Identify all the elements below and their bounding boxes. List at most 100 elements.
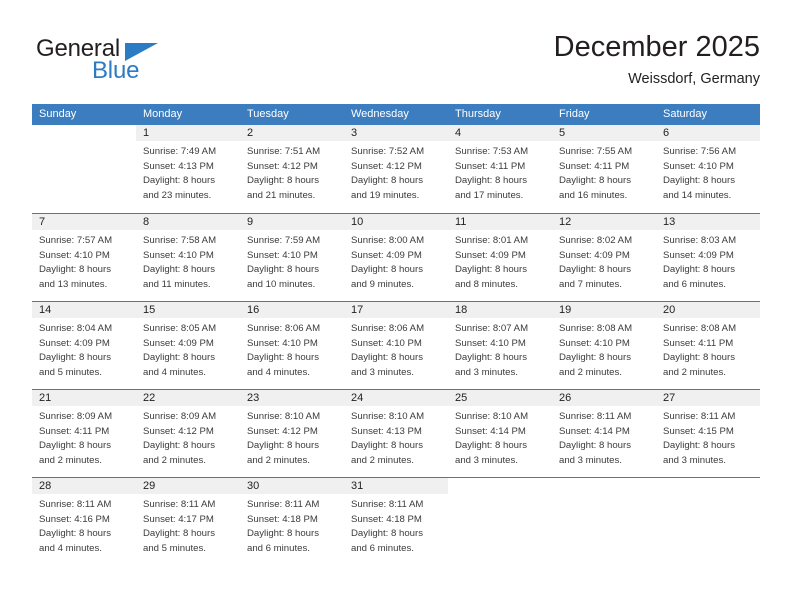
day-info-line: and 19 minutes. bbox=[351, 189, 420, 201]
day-number: 15 bbox=[143, 304, 156, 316]
calendar-day-cell[interactable]: 2 Sunrise: 7:51 AM Sunset: 4:12 PM Daylight… bbox=[240, 125, 344, 213]
day-info-line: Daylight: 8 hours bbox=[247, 264, 319, 276]
day-info-line: Daylight: 8 hours bbox=[39, 528, 111, 540]
calendar-day-cell[interactable]: 16 Sunrise: 8:06 AM Sunset: 4:10 PM Dayligh… bbox=[240, 302, 344, 389]
calendar-empty-cell bbox=[552, 478, 656, 565]
weekday-header-wednesday: Wednesday bbox=[351, 108, 409, 120]
day-info-line: Daylight: 8 hours bbox=[143, 528, 215, 540]
day-info-line: Daylight: 8 hours bbox=[247, 175, 319, 187]
logo-text-blue: Blue bbox=[92, 57, 140, 84]
day-number: 7 bbox=[39, 216, 46, 228]
day-info-line: Sunset: 4:18 PM bbox=[351, 513, 422, 525]
day-cell-body: Sunrise: 8:10 AM Sunset: 4:14 PM Daylight:… bbox=[448, 406, 552, 468]
calendar-day-cell[interactable]: 23 Sunrise: 8:10 AM Sunset: 4:12 PM Dayligh… bbox=[240, 390, 344, 477]
day-info-line: Daylight: 8 hours bbox=[351, 528, 423, 540]
calendar-day-cell[interactable]: 27 Sunrise: 8:11 AM Sunset: 4:15 PM Dayligh… bbox=[656, 390, 760, 477]
calendar-day-cell[interactable]: 3 Sunrise: 7:52 AM Sunset: 4:12 PM Daylight… bbox=[344, 125, 448, 213]
page-title: December 2025 bbox=[553, 31, 760, 63]
day-number-band: 29 bbox=[136, 478, 240, 494]
day-info-line: Sunrise: 8:10 AM bbox=[351, 411, 425, 422]
day-number-band: 4 bbox=[448, 125, 552, 141]
day-number-band: 18 bbox=[448, 302, 552, 318]
calendar-empty-cell bbox=[448, 478, 552, 565]
day-number: 8 bbox=[143, 216, 150, 228]
calendar-day-cell[interactable]: 5 Sunrise: 7:55 AM Sunset: 4:11 PM Daylight… bbox=[552, 125, 656, 213]
day-info-line: and 6 minutes. bbox=[663, 278, 726, 290]
day-info-line: Sunrise: 7:53 AM bbox=[455, 146, 529, 157]
day-cell-body: Sunrise: 8:06 AM Sunset: 4:10 PM Daylight:… bbox=[344, 318, 448, 380]
calendar-day-cell[interactable]: 13 Sunrise: 8:03 AM Sunset: 4:09 PM Dayligh… bbox=[656, 214, 760, 301]
calendar-day-cell[interactable]: 9 Sunrise: 7:59 AM Sunset: 4:10 PM Daylight… bbox=[240, 214, 344, 301]
day-cell-body: Sunrise: 7:56 AM Sunset: 4:10 PM Daylight:… bbox=[656, 141, 760, 203]
day-cell-body: Sunrise: 7:59 AM Sunset: 4:10 PM Daylight:… bbox=[240, 230, 344, 292]
day-cell-body: Sunrise: 7:51 AM Sunset: 4:12 PM Daylight:… bbox=[240, 141, 344, 203]
day-info-line: Daylight: 8 hours bbox=[455, 440, 527, 452]
day-number-band bbox=[32, 125, 136, 141]
day-cell-body: Sunrise: 8:02 AM Sunset: 4:09 PM Daylight:… bbox=[552, 230, 656, 292]
calendar-grid: Sunday Monday Tuesday Wednesday Thursday Frid… bbox=[32, 104, 760, 565]
day-cell-body: Sunrise: 7:57 AM Sunset: 4:10 PM Daylight:… bbox=[32, 230, 136, 292]
day-number: 3 bbox=[351, 127, 358, 139]
calendar-day-cell[interactable]: 15 Sunrise: 8:05 AM Sunset: 4:09 PM Dayligh… bbox=[136, 302, 240, 389]
day-info-line: and 21 minutes. bbox=[247, 189, 316, 201]
day-number-band: 6 bbox=[656, 125, 760, 141]
calendar-day-cell[interactable]: 22 Sunrise: 8:09 AM Sunset: 4:12 PM Dayligh… bbox=[136, 390, 240, 477]
calendar-day-cell[interactable]: 29 Sunrise: 8:11 AM Sunset: 4:17 PM Dayligh… bbox=[136, 478, 240, 565]
calendar-day-cell[interactable]: 1 Sunrise: 7:49 AM Sunset: 4:13 PM Daylight… bbox=[136, 125, 240, 213]
calendar-day-cell[interactable]: 8 Sunrise: 7:58 AM Sunset: 4:10 PM Daylight… bbox=[136, 214, 240, 301]
day-info-line: and 3 minutes. bbox=[663, 454, 726, 466]
day-cell-body: Sunrise: 7:58 AM Sunset: 4:10 PM Daylight:… bbox=[136, 230, 240, 292]
day-number: 26 bbox=[559, 392, 572, 404]
day-number-band: 22 bbox=[136, 390, 240, 406]
calendar-day-cell[interactable]: 31 Sunrise: 8:11 AM Sunset: 4:18 PM Dayligh… bbox=[344, 478, 448, 565]
day-number-band: 12 bbox=[552, 214, 656, 230]
calendar-day-cell[interactable]: 4 Sunrise: 7:53 AM Sunset: 4:11 PM Daylight… bbox=[448, 125, 552, 213]
day-number-band: 3 bbox=[344, 125, 448, 141]
calendar-day-cell[interactable]: 26 Sunrise: 8:11 AM Sunset: 4:14 PM Dayligh… bbox=[552, 390, 656, 477]
calendar-week-row: 7 Sunrise: 7:57 AM Sunset: 4:10 PM Daylight… bbox=[32, 213, 760, 301]
day-info-line: Sunset: 4:14 PM bbox=[559, 425, 630, 437]
calendar-day-cell[interactable]: 19 Sunrise: 8:08 AM Sunset: 4:10 PM Dayligh… bbox=[552, 302, 656, 389]
day-info-line: Sunset: 4:09 PM bbox=[559, 249, 630, 261]
calendar-day-cell[interactable]: 11 Sunrise: 8:01 AM Sunset: 4:09 PM Dayligh… bbox=[448, 214, 552, 301]
day-info-line: and 2 minutes. bbox=[351, 454, 414, 466]
calendar-day-cell[interactable]: 25 Sunrise: 8:10 AM Sunset: 4:14 PM Dayligh… bbox=[448, 390, 552, 477]
day-cell-body: Sunrise: 8:11 AM Sunset: 4:18 PM Daylight:… bbox=[240, 494, 344, 556]
day-info-line: Sunrise: 8:09 AM bbox=[39, 411, 113, 422]
day-number-band: 27 bbox=[656, 390, 760, 406]
day-info-line: and 3 minutes. bbox=[455, 366, 518, 378]
day-cell-body: Sunrise: 8:07 AM Sunset: 4:10 PM Daylight:… bbox=[448, 318, 552, 380]
day-info-line: Sunrise: 7:51 AM bbox=[247, 146, 321, 157]
day-info-line: and 2 minutes. bbox=[39, 454, 102, 466]
day-info-line: Daylight: 8 hours bbox=[455, 264, 527, 276]
calendar-day-cell[interactable]: 12 Sunrise: 8:02 AM Sunset: 4:09 PM Dayligh… bbox=[552, 214, 656, 301]
day-info-line: Sunset: 4:10 PM bbox=[663, 160, 734, 172]
day-info-line: Sunrise: 8:10 AM bbox=[247, 411, 321, 422]
calendar-day-cell[interactable]: 17 Sunrise: 8:06 AM Sunset: 4:10 PM Dayligh… bbox=[344, 302, 448, 389]
day-number: 28 bbox=[39, 480, 52, 492]
day-number: 29 bbox=[143, 480, 156, 492]
day-info-line: Sunset: 4:11 PM bbox=[663, 337, 734, 349]
calendar-day-cell[interactable]: 21 Sunrise: 8:09 AM Sunset: 4:11 PM Dayligh… bbox=[32, 390, 136, 477]
day-info-line: Sunset: 4:11 PM bbox=[39, 425, 110, 437]
day-info-line: Daylight: 8 hours bbox=[559, 352, 631, 364]
day-number: 10 bbox=[351, 216, 364, 228]
day-info-line: Sunrise: 8:04 AM bbox=[39, 323, 113, 334]
calendar-day-cell[interactable]: 14 Sunrise: 8:04 AM Sunset: 4:09 PM Dayligh… bbox=[32, 302, 136, 389]
page-header: General Blue December 2025 Weissdorf, Ge… bbox=[32, 30, 760, 98]
day-info-line: Sunset: 4:10 PM bbox=[39, 249, 110, 261]
calendar-day-cell[interactable]: 7 Sunrise: 7:57 AM Sunset: 4:10 PM Daylight… bbox=[32, 214, 136, 301]
day-number-band: 13 bbox=[656, 214, 760, 230]
day-info-line: Sunset: 4:12 PM bbox=[351, 160, 422, 172]
calendar-day-cell[interactable]: 18 Sunrise: 8:07 AM Sunset: 4:10 PM Dayligh… bbox=[448, 302, 552, 389]
calendar-day-cell[interactable]: 10 Sunrise: 8:00 AM Sunset: 4:09 PM Dayligh… bbox=[344, 214, 448, 301]
day-info-line: Sunrise: 8:02 AM bbox=[559, 235, 633, 246]
day-info-line: Sunrise: 8:08 AM bbox=[663, 323, 737, 334]
day-cell-body: Sunrise: 8:10 AM Sunset: 4:13 PM Daylight:… bbox=[344, 406, 448, 468]
calendar-empty-cell bbox=[32, 125, 136, 213]
calendar-day-cell[interactable]: 6 Sunrise: 7:56 AM Sunset: 4:10 PM Daylight… bbox=[656, 125, 760, 213]
calendar-day-cell[interactable]: 28 Sunrise: 8:11 AM Sunset: 4:16 PM Dayligh… bbox=[32, 478, 136, 565]
calendar-day-cell[interactable]: 20 Sunrise: 8:08 AM Sunset: 4:11 PM Dayligh… bbox=[656, 302, 760, 389]
calendar-day-cell[interactable]: 24 Sunrise: 8:10 AM Sunset: 4:13 PM Dayligh… bbox=[344, 390, 448, 477]
calendar-day-cell[interactable]: 30 Sunrise: 8:11 AM Sunset: 4:18 PM Dayligh… bbox=[240, 478, 344, 565]
